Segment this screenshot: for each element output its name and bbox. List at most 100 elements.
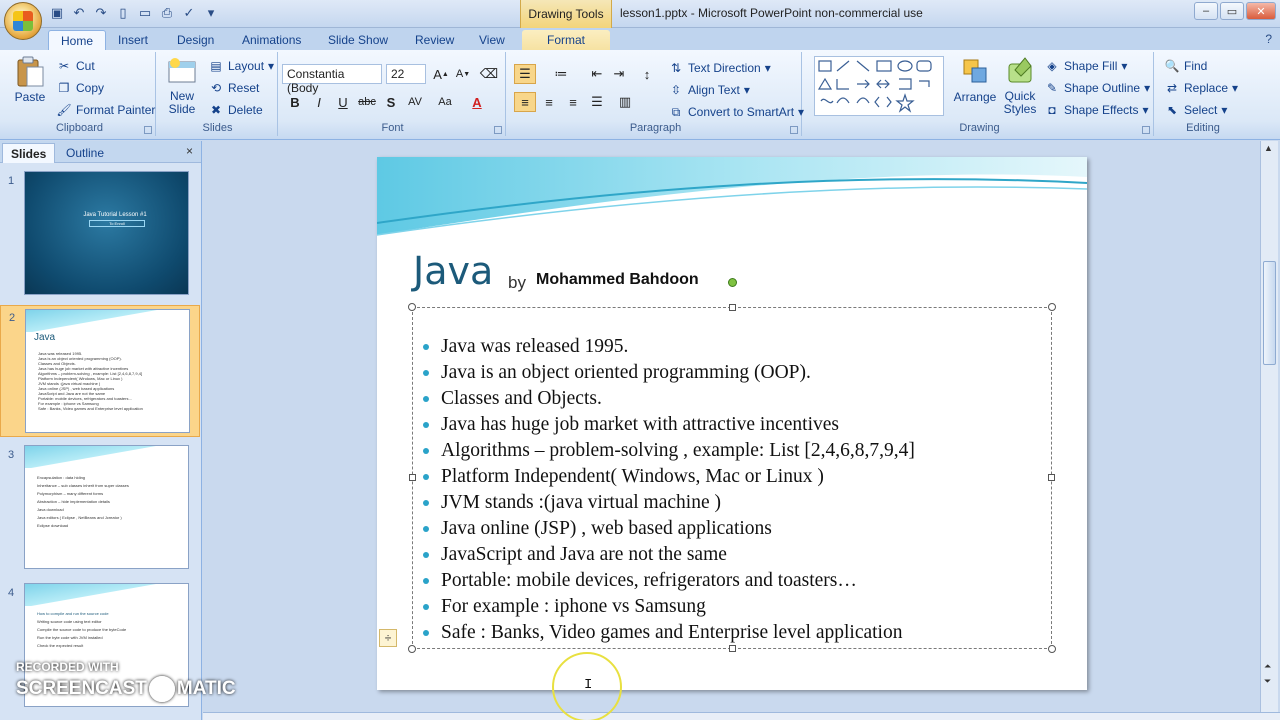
copy-button[interactable]: ❐ Copy: [56, 78, 104, 98]
font-launcher-icon[interactable]: [494, 126, 502, 134]
tab-insert[interactable]: Insert: [106, 30, 160, 50]
convert-smartart-button[interactable]: ⧉ Convert to SmartArt ▾: [668, 102, 804, 122]
justify-icon[interactable]: ☰: [586, 92, 608, 112]
slide-title[interactable]: Java: [413, 249, 493, 293]
resize-handle-w[interactable]: [409, 474, 416, 481]
office-button[interactable]: [4, 2, 42, 40]
grow-font-icon[interactable]: A ▲: [430, 64, 452, 84]
slide-thumbnail-row-1[interactable]: 1 Java Tutorial Lesson #1 To Enroll: [0, 169, 200, 299]
arrange-button[interactable]: Arrange: [952, 56, 998, 104]
tab-format[interactable]: Format: [522, 30, 610, 50]
scrollbar-thumb[interactable]: [1263, 261, 1276, 365]
scroll-up-icon[interactable]: ▲: [1264, 143, 1273, 153]
resize-handle-se[interactable]: [1048, 645, 1056, 653]
rotation-handle[interactable]: [728, 278, 737, 287]
bullet-item[interactable]: For example : iphone vs Samsung: [421, 594, 915, 620]
paragraph-launcher-icon[interactable]: [790, 126, 798, 134]
font-color-icon[interactable]: A: [466, 92, 488, 112]
bullet-item[interactable]: Classes and Objects.: [421, 386, 915, 412]
previous-slide-icon[interactable]: ⏶: [1264, 661, 1271, 672]
resize-handle-e[interactable]: [1048, 474, 1055, 481]
cut-button[interactable]: ✂ Cut: [56, 56, 95, 76]
align-center-icon[interactable]: ≡: [538, 92, 560, 112]
strikethrough-icon[interactable]: abc: [356, 92, 378, 112]
font-size-dropdown[interactable]: 22: [386, 64, 426, 84]
decrease-indent-icon[interactable]: ⇤: [586, 64, 608, 84]
shrink-font-icon[interactable]: A ▼: [452, 64, 474, 84]
change-case-icon[interactable]: Aa: [434, 92, 456, 112]
next-slide-icon[interactable]: ⏷: [1264, 676, 1271, 687]
bullet-item[interactable]: Platform Independent( Windows, Mac or Li…: [421, 464, 915, 490]
line-spacing-icon[interactable]: ↕: [636, 64, 658, 84]
text-shadow-icon[interactable]: S: [380, 92, 402, 112]
slide-thumbnail-row-3[interactable]: 3 Encapsulation : data hiding Inheritanc…: [0, 443, 200, 573]
resize-handle-sw[interactable]: [408, 645, 416, 653]
align-right-icon[interactable]: ≡: [562, 92, 584, 112]
slide-thumbnail-1[interactable]: Java Tutorial Lesson #1 To Enroll: [24, 171, 189, 295]
character-spacing-icon[interactable]: AV: [404, 92, 426, 112]
spellcheck-icon[interactable]: ✓: [180, 4, 198, 22]
slide-thumbnail-2[interactable]: Java Java was released 1995. Java is an …: [25, 309, 190, 433]
notes-pane[interactable]: [203, 712, 1280, 720]
new-slide-button[interactable]: New Slide: [162, 56, 202, 116]
bullet-item[interactable]: Java online (JSP) , web based applicatio…: [421, 516, 915, 542]
tab-home[interactable]: Home: [48, 30, 107, 50]
maximize-icon[interactable]: ▭: [1220, 2, 1244, 20]
select-button[interactable]: ⬉ Select ▾: [1164, 100, 1227, 120]
increase-indent-icon[interactable]: ⇥: [608, 64, 630, 84]
slide-canvas[interactable]: Java by Mohammed Bahdoon Java was releas…: [377, 157, 1087, 690]
customize-qat-icon[interactable]: ▾: [202, 4, 220, 22]
bullet-item[interactable]: Portable: mobile devices, refrigerators …: [421, 568, 915, 594]
bullet-item[interactable]: Safe : Banks, Video games and Enterprise…: [421, 620, 915, 646]
bullet-list[interactable]: Java was released 1995. Java is an objec…: [421, 334, 915, 646]
align-left-icon[interactable]: ≡: [514, 92, 536, 112]
text-direction-button[interactable]: ⇅ Text Direction ▾: [668, 58, 771, 78]
open-icon[interactable]: ▭: [136, 4, 154, 22]
undo-icon[interactable]: ↶: [70, 4, 88, 22]
paste-button[interactable]: Paste: [10, 56, 50, 104]
shape-effects-button[interactable]: ◘ Shape Effects ▾: [1044, 100, 1148, 120]
redo-icon[interactable]: ↷: [92, 4, 110, 22]
close-icon[interactable]: ✕: [1246, 2, 1276, 20]
shapes-gallery[interactable]: [814, 56, 944, 116]
tab-review[interactable]: Review: [403, 30, 466, 50]
tab-animations[interactable]: Animations: [230, 30, 313, 50]
tab-outline[interactable]: Outline: [58, 143, 112, 163]
italic-icon[interactable]: I: [308, 92, 330, 112]
format-painter-button[interactable]: 🖌 Format Painter: [56, 100, 155, 120]
shape-fill-button[interactable]: ◈ Shape Fill ▾: [1044, 56, 1127, 76]
vertical-scrollbar[interactable]: ▲ ⏶ ⏷: [1260, 141, 1278, 712]
bold-icon[interactable]: B: [284, 92, 306, 112]
tab-slide-show[interactable]: Slide Show: [316, 30, 400, 50]
tab-view[interactable]: View: [467, 30, 517, 50]
close-panel-icon[interactable]: ×: [186, 144, 193, 158]
delete-button[interactable]: ✖ Delete: [208, 100, 263, 120]
align-text-button[interactable]: ⇳ Align Text ▾: [668, 80, 750, 100]
autofit-options-icon[interactable]: ÷: [379, 629, 397, 647]
columns-icon[interactable]: ▥: [614, 92, 636, 112]
clear-formatting-icon[interactable]: ⌫: [478, 64, 500, 84]
tab-slides[interactable]: Slides: [2, 143, 56, 163]
quick-styles-button[interactable]: Quick Styles: [998, 56, 1042, 116]
resize-handle-s[interactable]: [729, 645, 736, 652]
drawing-launcher-icon[interactable]: [1142, 126, 1150, 134]
font-name-dropdown[interactable]: Constantia (Body: [282, 64, 382, 95]
bullet-item[interactable]: Java was released 1995.: [421, 334, 915, 360]
bullet-item[interactable]: Java has huge job market with attractive…: [421, 412, 915, 438]
new-doc-icon[interactable]: ▯: [114, 4, 132, 22]
bullet-item[interactable]: Algorithms – problem-solving , example: …: [421, 438, 915, 464]
find-button[interactable]: 🔍 Find: [1164, 56, 1208, 76]
print-icon[interactable]: ⎙: [158, 4, 176, 22]
tab-design[interactable]: Design: [165, 30, 226, 50]
replace-button[interactable]: ⇄ Replace ▾: [1164, 78, 1238, 98]
clipboard-launcher-icon[interactable]: [144, 126, 152, 134]
resize-handle-ne[interactable]: [1048, 303, 1056, 311]
bullets-icon[interactable]: ☰: [514, 64, 536, 84]
bullet-item[interactable]: JVM stands :(java virtual machine ): [421, 490, 915, 516]
bullet-item[interactable]: Java is an object oriented programming (…: [421, 360, 915, 386]
help-icon[interactable]: ?: [1265, 32, 1272, 46]
resize-handle-nw[interactable]: [408, 303, 416, 311]
slide-thumbnail-row-2[interactable]: 2 Java Java was released 1995. Java is a…: [0, 305, 200, 437]
save-icon[interactable]: ▣: [48, 4, 66, 22]
numbering-icon[interactable]: ≔: [550, 64, 572, 84]
